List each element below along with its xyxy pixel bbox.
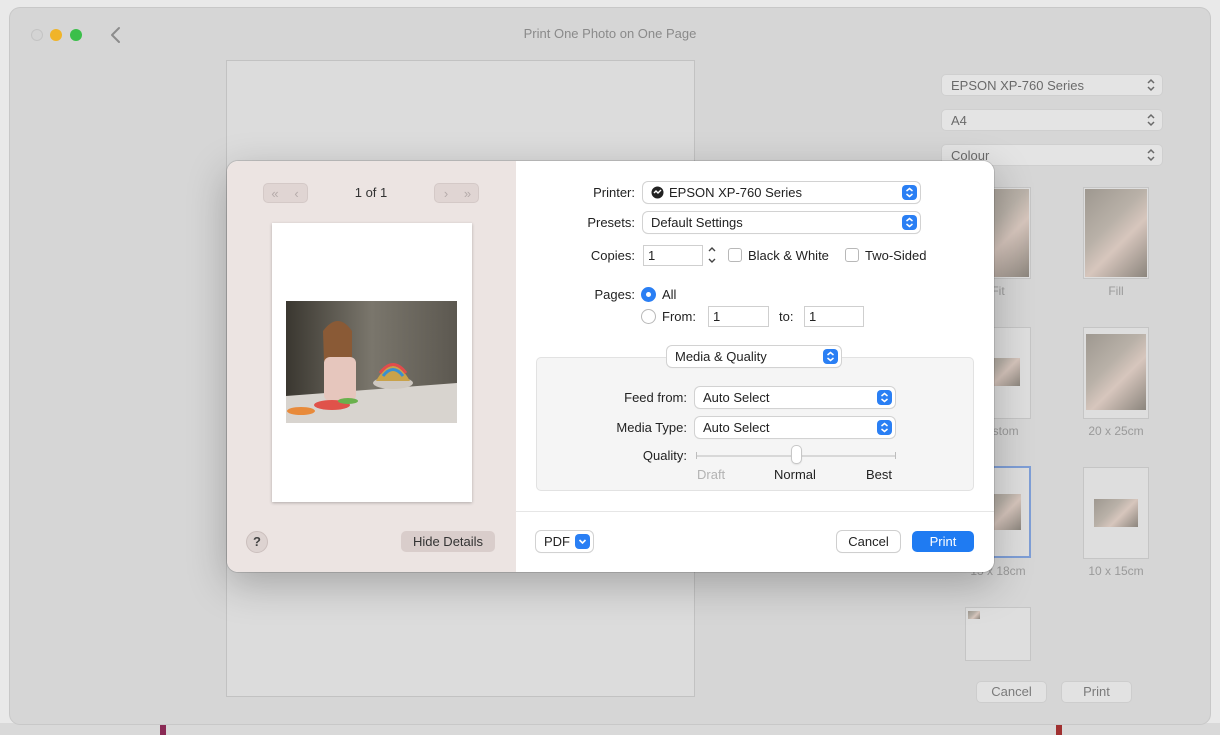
black-white-checkbox[interactable] — [728, 248, 742, 262]
updown-chevron-icon — [1147, 148, 1155, 162]
pages-from-field[interactable]: 1 — [708, 306, 769, 327]
title-bar: Print One Photo on One Page — [10, 8, 1210, 60]
prev-page-group: « ‹ — [263, 183, 308, 203]
layout-thumb-fill[interactable] — [1083, 187, 1149, 279]
quality-slider-knob[interactable] — [792, 446, 801, 463]
updown-chevron-icon — [877, 390, 892, 405]
updown-chevron-icon — [902, 185, 917, 200]
printer-label: Printer: — [593, 185, 635, 200]
copies-field[interactable]: 1 — [643, 245, 703, 266]
media-type-value: Auto Select — [703, 420, 770, 435]
desktop-marker — [160, 723, 166, 735]
preview-pane: « ‹ 1 of 1 › » ? Hide Details — [227, 161, 516, 572]
media-type-popup[interactable]: Auto Select — [695, 417, 895, 438]
print-button[interactable]: Print — [912, 531, 974, 552]
pages-to-field[interactable]: 1 — [804, 306, 864, 327]
updown-chevron-icon — [1147, 78, 1155, 92]
pages-to-label: to: — [779, 309, 794, 324]
copies-label: Copies: — [590, 248, 635, 263]
printer-status-icon — [651, 186, 664, 199]
pages-from-radio[interactable] — [641, 309, 656, 324]
printer-popup[interactable]: EPSON XP-760 Series — [643, 182, 920, 203]
page-counter: 1 of 1 — [354, 185, 388, 200]
two-sided-checkbox[interactable] — [845, 248, 859, 262]
desktop-strip — [0, 723, 1220, 735]
footer-divider — [516, 511, 994, 512]
feed-from-value: Auto Select — [703, 390, 770, 405]
previous-page-button[interactable]: ‹ — [286, 186, 307, 201]
print-preview-page — [272, 223, 472, 502]
updown-chevron-icon — [1147, 113, 1155, 127]
help-button[interactable]: ? — [246, 531, 268, 553]
window-title: Print One Photo on One Page — [523, 26, 697, 41]
media-type-label: Media Type: — [616, 420, 687, 435]
copies-stepper-icon[interactable] — [706, 244, 718, 266]
layout-thumb-contact-sheet[interactable] — [965, 607, 1031, 661]
desktop-marker — [1056, 723, 1062, 735]
pages-from-label: From: — [662, 309, 696, 324]
next-page-group: › » — [434, 183, 479, 203]
presets-popup[interactable]: Default Settings — [643, 212, 920, 233]
two-sided-label: Two-Sided — [865, 248, 927, 263]
quality-draft-label: Draft — [697, 467, 726, 482]
print-settings-pane: Printer: EPSON XP-760 Series Presets: De… — [516, 161, 994, 572]
layout-label-20x25: 20 x 25cm — [1088, 424, 1144, 438]
section-value: Media & Quality — [675, 349, 767, 364]
quality-tick — [895, 452, 896, 459]
updown-chevron-icon — [823, 349, 838, 364]
section-popup[interactable]: Media & Quality — [667, 346, 841, 367]
quality-best-label: Best — [866, 467, 893, 482]
bg-cancel-button[interactable]: Cancel — [976, 681, 1047, 703]
presets-label: Presets: — [587, 215, 635, 230]
updown-chevron-icon — [902, 215, 917, 230]
quality-label: Quality: — [642, 448, 687, 463]
quality-tick — [696, 452, 697, 459]
bg-paper-size-select[interactable]: A4 — [941, 109, 1163, 131]
layout-label-10x15: 10 x 15cm — [1088, 564, 1144, 578]
cancel-button[interactable]: Cancel — [837, 531, 900, 552]
black-white-label: Black & White — [748, 248, 829, 263]
pages-label: Pages: — [594, 287, 635, 302]
next-page-button[interactable]: › — [435, 186, 457, 201]
preview-photo — [286, 301, 457, 423]
pdf-menu-button[interactable]: PDF — [536, 531, 593, 552]
chevron-down-icon — [575, 534, 590, 549]
layout-thumb-10x15[interactable] — [1083, 467, 1149, 559]
hide-details-button[interactable]: Hide Details — [401, 531, 495, 552]
presets-value: Default Settings — [651, 215, 743, 230]
layout-thumb-20x25[interactable] — [1083, 327, 1149, 419]
layout-label-fill: Fill — [1108, 284, 1124, 298]
first-page-button[interactable]: « — [264, 186, 286, 201]
pages-all-radio[interactable] — [641, 287, 656, 302]
photo-image-icon — [286, 301, 457, 423]
feed-from-label: Feed from: — [624, 390, 687, 405]
bg-printer-select[interactable]: EPSON XP-760 Series — [941, 74, 1163, 96]
bg-paper-size-value: A4 — [951, 113, 967, 128]
updown-chevron-icon — [877, 420, 892, 435]
pages-all-label: All — [662, 287, 677, 302]
printer-value: EPSON XP-760 Series — [669, 185, 802, 200]
feed-from-popup[interactable]: Auto Select — [695, 387, 895, 408]
bg-printer-value: EPSON XP-760 Series — [951, 78, 1084, 93]
last-page-button[interactable]: » — [457, 186, 478, 201]
pdf-label: PDF — [544, 534, 570, 549]
bg-print-button[interactable]: Print — [1061, 681, 1132, 703]
print-dialog: « ‹ 1 of 1 › » ? Hide Details Printer: E… — [227, 161, 994, 572]
quality-normal-label: Normal — [774, 467, 816, 482]
